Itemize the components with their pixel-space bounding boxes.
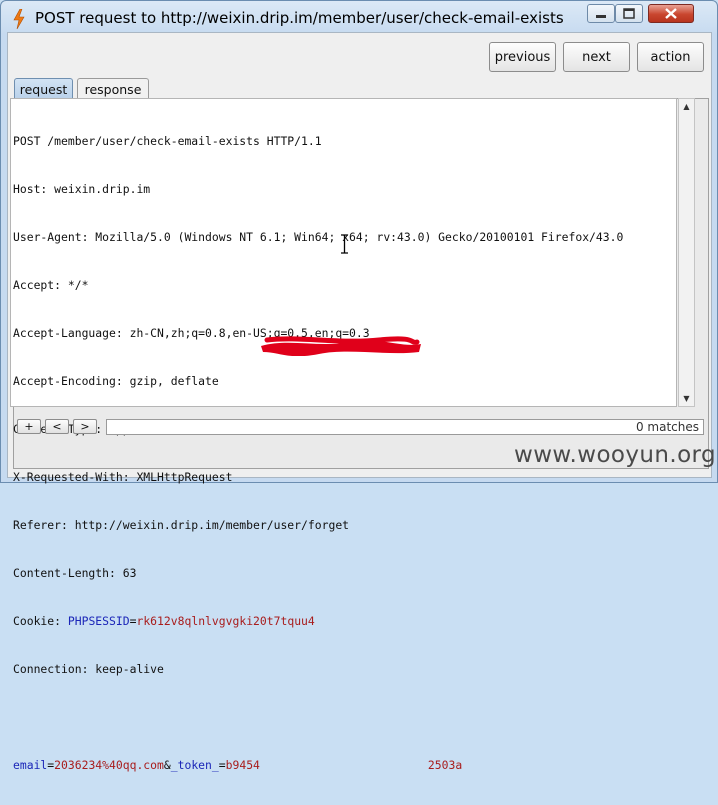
request-body: email=2036234%40qq.com&_token_=b9454 2503…: [13, 757, 623, 773]
action-button[interactable]: action: [637, 42, 704, 72]
body-equals: =: [218, 758, 226, 772]
body-ampersand: &: [163, 758, 171, 772]
close-icon: [665, 8, 677, 19]
vertical-scrollbar[interactable]: ▲ ▼: [678, 98, 695, 407]
tab-response[interactable]: response: [77, 78, 149, 99]
app-window: POST request to http://weixin.drip.im/me…: [0, 0, 718, 772]
text-cursor-icon: [341, 234, 348, 254]
cookie-value: rk612v8qlnlvgvgki20t7tquu4: [136, 614, 315, 628]
minimize-button[interactable]: [587, 4, 615, 23]
scroll-up-icon[interactable]: ▲: [679, 99, 694, 114]
maximize-icon: [623, 8, 635, 19]
search-input[interactable]: 0 matches: [106, 419, 704, 435]
body-param-token-value-end: 2503a: [427, 758, 463, 772]
body-equals: =: [47, 758, 55, 772]
close-button[interactable]: [648, 4, 694, 23]
cookie-name: PHPSESSID: [67, 614, 130, 628]
burp-lightning-icon: [13, 9, 25, 29]
previous-button[interactable]: previous: [489, 42, 556, 72]
tab-request[interactable]: request: [14, 78, 73, 99]
request-line: POST /member/user/check-email-exists HTT…: [13, 134, 322, 148]
body-param-token-name: _token_: [170, 758, 219, 772]
match-count: 0 matches: [635, 420, 699, 434]
body-param-email-name: email: [13, 758, 48, 772]
next-button[interactable]: next: [563, 42, 630, 72]
scroll-down-icon[interactable]: ▼: [679, 391, 694, 406]
header-accept-encoding: Accept-Encoding: gzip, deflate: [13, 374, 219, 388]
cookie-prefix: Cookie:: [13, 614, 68, 628]
search-previous-button[interactable]: <: [45, 419, 69, 434]
title-bar: POST request to http://weixin.drip.im/me…: [1, 1, 717, 35]
header-cookie: Cookie: PHPSESSID=rk612v8qlnlvgvgki20t7t…: [13, 613, 623, 629]
header-connection: Connection: keep-alive: [13, 662, 164, 676]
search-next-button[interactable]: >: [73, 419, 97, 434]
body-param-token-value-start: b9454: [225, 758, 260, 772]
header-host: Host: weixin.drip.im: [13, 182, 151, 196]
window-title: POST request to http://weixin.drip.im/me…: [35, 9, 564, 27]
search-add-button[interactable]: +: [17, 419, 41, 434]
header-referer: Referer: http://weixin.drip.im/member/us…: [13, 518, 350, 532]
body-param-email-value: 2036234%40qq.com: [54, 758, 164, 772]
cookie-equals: =: [129, 614, 137, 628]
header-content-length: Content-Length: 63: [13, 566, 137, 580]
header-accept: Accept: */*: [13, 278, 89, 292]
maximize-button[interactable]: [615, 4, 643, 23]
watermark: www.wooyun.org: [514, 442, 716, 468]
minimize-icon: [596, 15, 606, 18]
header-user-agent: User-Agent: Mozilla/5.0 (Windows NT 6.1;…: [13, 230, 624, 244]
redaction-scribble: [261, 336, 421, 356]
